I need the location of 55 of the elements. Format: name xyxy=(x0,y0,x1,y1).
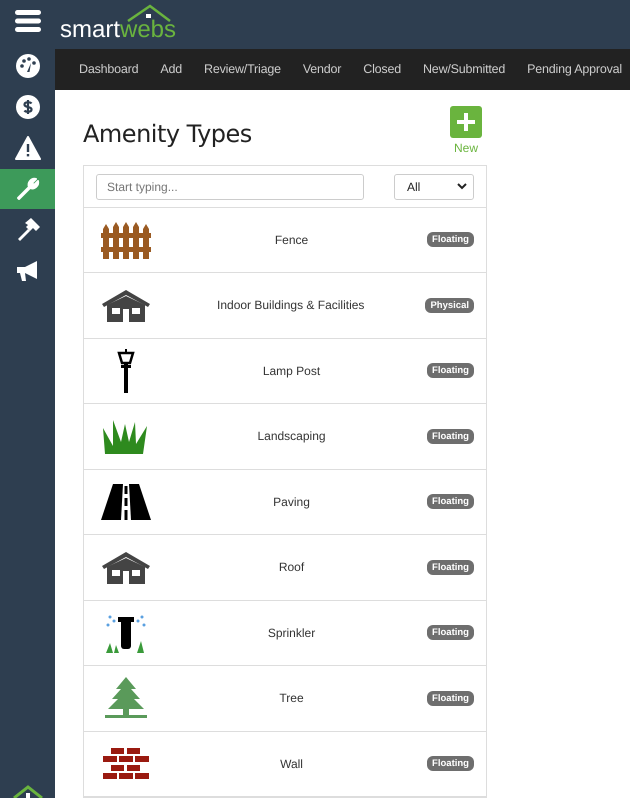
type-badge: Floating xyxy=(427,560,474,575)
type-badge: Floating xyxy=(427,756,474,772)
page-title: Amenity Types xyxy=(83,120,252,148)
sprinkler-icon xyxy=(104,612,148,653)
search-field[interactable]: Start typing... xyxy=(96,174,364,200)
house-icon xyxy=(102,288,150,322)
amenity-row[interactable]: Tree Floating xyxy=(84,666,486,732)
logo[interactable]: smartwebs xyxy=(60,4,176,45)
amenity-name: Roof xyxy=(278,560,306,574)
amenity-name: Tree xyxy=(278,691,305,706)
amenity-name: Paving xyxy=(272,494,311,509)
nav-link[interactable]: Vendor xyxy=(292,62,352,76)
type-badge: Floating xyxy=(427,428,474,444)
type-badge: Floating xyxy=(427,690,474,706)
road-icon xyxy=(101,484,151,520)
dollar-icon xyxy=(14,94,40,120)
grass-icon xyxy=(103,418,149,454)
amenity-name: Landscaping xyxy=(256,429,327,444)
type-badge: Floating xyxy=(427,625,474,640)
plus-icon xyxy=(457,112,475,130)
amenity-row[interactable]: Wall Floating xyxy=(84,732,486,797)
brick-wall-icon xyxy=(103,748,149,780)
house-logo-icon xyxy=(12,784,44,798)
gauge-icon xyxy=(14,53,40,79)
amenity-row[interactable]: Roof Floating xyxy=(84,535,486,600)
amenity-name: Wall xyxy=(279,756,304,771)
wrench-icon xyxy=(14,176,40,202)
menu-icon[interactable] xyxy=(14,10,40,32)
amenity-name: Indoor Buildings & Facilities xyxy=(216,298,366,312)
amenity-row[interactable]: Indoor Buildings & Facilities Physical xyxy=(84,273,486,338)
amenity-row[interactable]: Lamp Post Floating xyxy=(84,338,486,404)
nav-link[interactable]: Pending Approval xyxy=(516,62,630,76)
type-badge: Floating xyxy=(427,363,474,378)
warning-icon xyxy=(14,136,40,160)
amenity-name: Fence xyxy=(274,232,310,247)
new-button[interactable] xyxy=(450,106,482,138)
amenity-row[interactable]: Sprinkler Floating xyxy=(84,600,486,666)
house-icon xyxy=(102,550,150,584)
fence-icon xyxy=(101,220,151,259)
amenity-row[interactable]: Paving Floating xyxy=(84,470,486,535)
type-badge: Floating xyxy=(427,232,474,248)
filter-dropdown[interactable]: All xyxy=(394,174,474,200)
amenity-row[interactable]: Landscaping Floating xyxy=(84,404,486,470)
nav-link[interactable]: Dashboard xyxy=(68,62,150,76)
nav-link[interactable]: New/Submitted xyxy=(412,62,516,76)
caret-icon xyxy=(457,183,467,190)
nav-link[interactable]: Closed xyxy=(352,62,412,76)
amenity-name: Lamp Post xyxy=(262,364,322,378)
type-badge: Physical xyxy=(425,298,474,313)
nav-link[interactable]: Review/Triage xyxy=(193,62,292,76)
nav-link[interactable]: Add xyxy=(149,62,194,76)
tree-icon xyxy=(103,677,149,720)
amenity-row[interactable]: Fence Floating xyxy=(84,208,486,273)
amenity-name: Sprinkler xyxy=(266,626,316,640)
type-badge: Floating xyxy=(427,494,474,510)
